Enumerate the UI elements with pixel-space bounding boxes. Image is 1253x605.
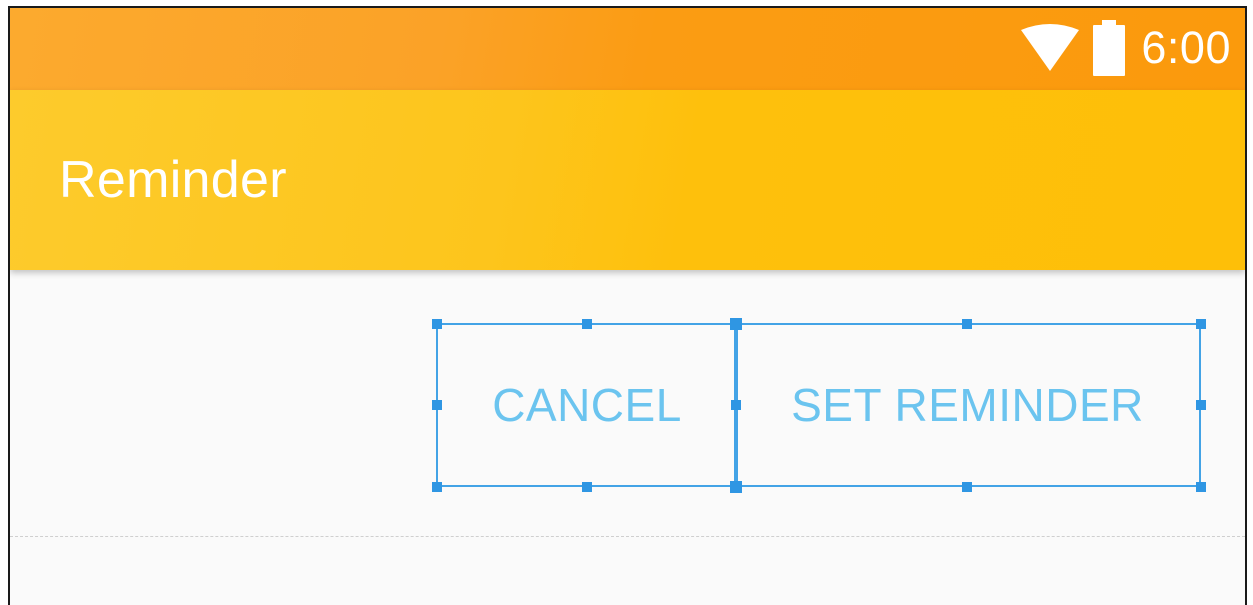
app-bar: Reminder	[10, 90, 1245, 270]
status-time: 6:00	[1141, 22, 1231, 73]
app-title: Reminder	[59, 151, 287, 209]
cancel-handle-bottom-center[interactable]	[582, 482, 592, 492]
cancel-handle-top-center[interactable]	[582, 319, 592, 329]
device-screen: 6:00 Reminder CANCEL SET REMINDER	[8, 6, 1247, 605]
set-reminder-handle-bottom-right[interactable]	[1196, 482, 1206, 492]
set-reminder-handle-middle-right[interactable]	[1196, 400, 1206, 410]
set-reminder-handle-bottom-center[interactable]	[962, 482, 972, 492]
cancel-handle-bottom-left[interactable]	[432, 482, 442, 492]
content-area: CANCEL SET REMINDER	[10, 270, 1245, 605]
set-reminder-handle-top-right[interactable]	[1196, 319, 1206, 329]
set-reminder-button-label: SET REMINDER	[791, 379, 1144, 431]
cancel-button-label: CANCEL	[492, 379, 682, 431]
wifi-icon	[1021, 24, 1080, 71]
cancel-button[interactable]: CANCEL	[436, 323, 738, 487]
cancel-handle-top-left[interactable]	[432, 319, 442, 329]
battery-icon	[1093, 20, 1126, 76]
status-icons: 6:00	[1021, 20, 1231, 76]
divider	[10, 536, 1245, 537]
status-bar: 6:00	[10, 8, 1245, 90]
set-reminder-button[interactable]: SET REMINDER	[734, 323, 1201, 487]
shared-handle-top[interactable]	[730, 318, 742, 330]
shared-handle-bottom[interactable]	[730, 481, 742, 493]
cancel-handle-middle-left[interactable]	[432, 400, 442, 410]
shared-handle-middle[interactable]	[731, 400, 741, 410]
set-reminder-handle-top-center[interactable]	[962, 319, 972, 329]
